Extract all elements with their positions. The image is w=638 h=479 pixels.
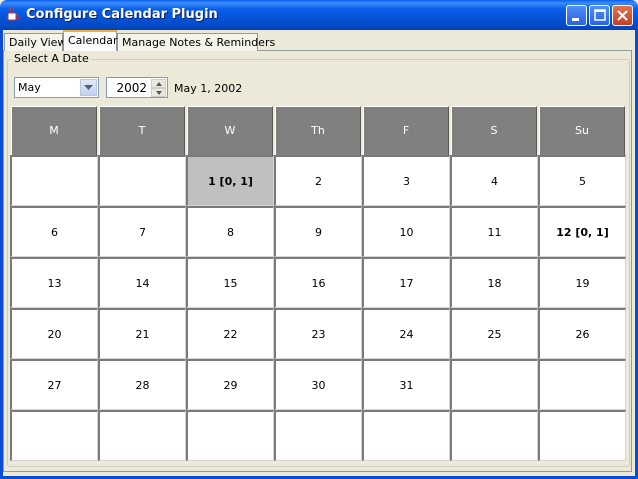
day-header: W bbox=[187, 106, 273, 156]
close-button[interactable] bbox=[612, 5, 633, 26]
day-cell[interactable]: 24 bbox=[362, 308, 450, 359]
title-bar[interactable]: Configure Calendar Plugin bbox=[0, 0, 638, 30]
chevron-down-icon bbox=[84, 85, 93, 90]
day-cell[interactable]: 5 bbox=[538, 155, 626, 206]
day-cell[interactable]: 2 bbox=[274, 155, 362, 206]
day-cell[interactable]: 8 bbox=[186, 206, 274, 257]
empty-day-cell bbox=[450, 410, 538, 461]
empty-day-cell bbox=[186, 410, 274, 461]
day-cell[interactable]: 7 bbox=[98, 206, 186, 257]
year-increment-button[interactable] bbox=[151, 79, 166, 88]
day-cell[interactable]: 31 bbox=[362, 359, 450, 410]
day-cell[interactable]: 25 bbox=[450, 308, 538, 359]
day-cell[interactable]: 28 bbox=[98, 359, 186, 410]
day-header: Su bbox=[539, 106, 625, 156]
day-cell[interactable]: 6 bbox=[10, 206, 98, 257]
day-cell[interactable]: 20 bbox=[10, 308, 98, 359]
tab-manage-notes-reminders[interactable]: Manage Notes & Reminders bbox=[117, 33, 275, 51]
empty-day-cell bbox=[450, 359, 538, 410]
day-cell[interactable]: 19 bbox=[538, 257, 626, 308]
java-cup-icon bbox=[7, 6, 20, 21]
selected-date-label: May 1, 2002 bbox=[174, 82, 243, 95]
window-title: Configure Calendar Plugin bbox=[26, 7, 218, 22]
day-cell[interactable]: 17 bbox=[362, 257, 450, 308]
group-label: Select A Date bbox=[12, 52, 91, 65]
day-cell[interactable]: 14 bbox=[98, 257, 186, 308]
day-header: Th bbox=[275, 106, 361, 156]
day-cell[interactable]: 21 bbox=[98, 308, 186, 359]
empty-day-cell bbox=[98, 410, 186, 461]
day-cell[interactable]: 30 bbox=[274, 359, 362, 410]
day-cell[interactable]: 10 bbox=[362, 206, 450, 257]
empty-day-cell bbox=[10, 155, 98, 206]
arrow-down-icon bbox=[156, 91, 162, 95]
year-value: 2002 bbox=[116, 81, 147, 95]
day-cell[interactable]: 18 bbox=[450, 257, 538, 308]
day-cell[interactable]: 29 bbox=[186, 359, 274, 410]
day-cell[interactable]: 13 bbox=[10, 257, 98, 308]
maximize-button[interactable] bbox=[589, 5, 610, 26]
arrow-up-icon bbox=[156, 82, 162, 86]
day-header: F bbox=[363, 106, 449, 156]
calendar-grid: M T W Th F S Su 1 [0, 1] 2 3 4 5 6 7 8 9 10 11 12 [0, 1] 13… bbox=[10, 106, 626, 462]
empty-day-cell bbox=[362, 410, 450, 461]
tab-daily-view[interactable]: Daily View bbox=[4, 33, 66, 51]
empty-day-cell bbox=[10, 410, 98, 461]
day-cell[interactable]: 15 bbox=[186, 257, 274, 308]
tab-calendar[interactable]: Calendar bbox=[63, 30, 117, 51]
month-select[interactable]: May bbox=[14, 77, 99, 98]
month-value: May bbox=[18, 81, 41, 94]
day-cell[interactable]: 4 bbox=[450, 155, 538, 206]
year-decrement-button[interactable] bbox=[151, 88, 166, 97]
day-cell[interactable]: 12 [0, 1] bbox=[538, 206, 626, 257]
empty-day-cell bbox=[538, 359, 626, 410]
year-spinner[interactable]: 2002 bbox=[106, 77, 168, 98]
day-cell[interactable]: 11 bbox=[450, 206, 538, 257]
day-cell[interactable]: 27 bbox=[10, 359, 98, 410]
minimize-button[interactable] bbox=[566, 5, 587, 26]
minimize-icon bbox=[572, 18, 579, 21]
empty-day-cell bbox=[98, 155, 186, 206]
day-cell[interactable]: 9 bbox=[274, 206, 362, 257]
day-cell[interactable]: 26 bbox=[538, 308, 626, 359]
close-icon bbox=[617, 10, 628, 21]
day-cell[interactable]: 1 [0, 1] bbox=[186, 155, 274, 206]
empty-day-cell bbox=[274, 410, 362, 461]
month-dropdown-button[interactable] bbox=[80, 79, 97, 96]
day-cell[interactable]: 3 bbox=[362, 155, 450, 206]
day-cell[interactable]: 23 bbox=[274, 308, 362, 359]
day-header: S bbox=[451, 106, 537, 156]
day-cell[interactable]: 22 bbox=[186, 308, 274, 359]
day-header: T bbox=[99, 106, 185, 156]
empty-day-cell bbox=[538, 410, 626, 461]
day-cell[interactable]: 16 bbox=[274, 257, 362, 308]
day-header: M bbox=[11, 106, 97, 156]
maximize-icon bbox=[594, 9, 606, 21]
